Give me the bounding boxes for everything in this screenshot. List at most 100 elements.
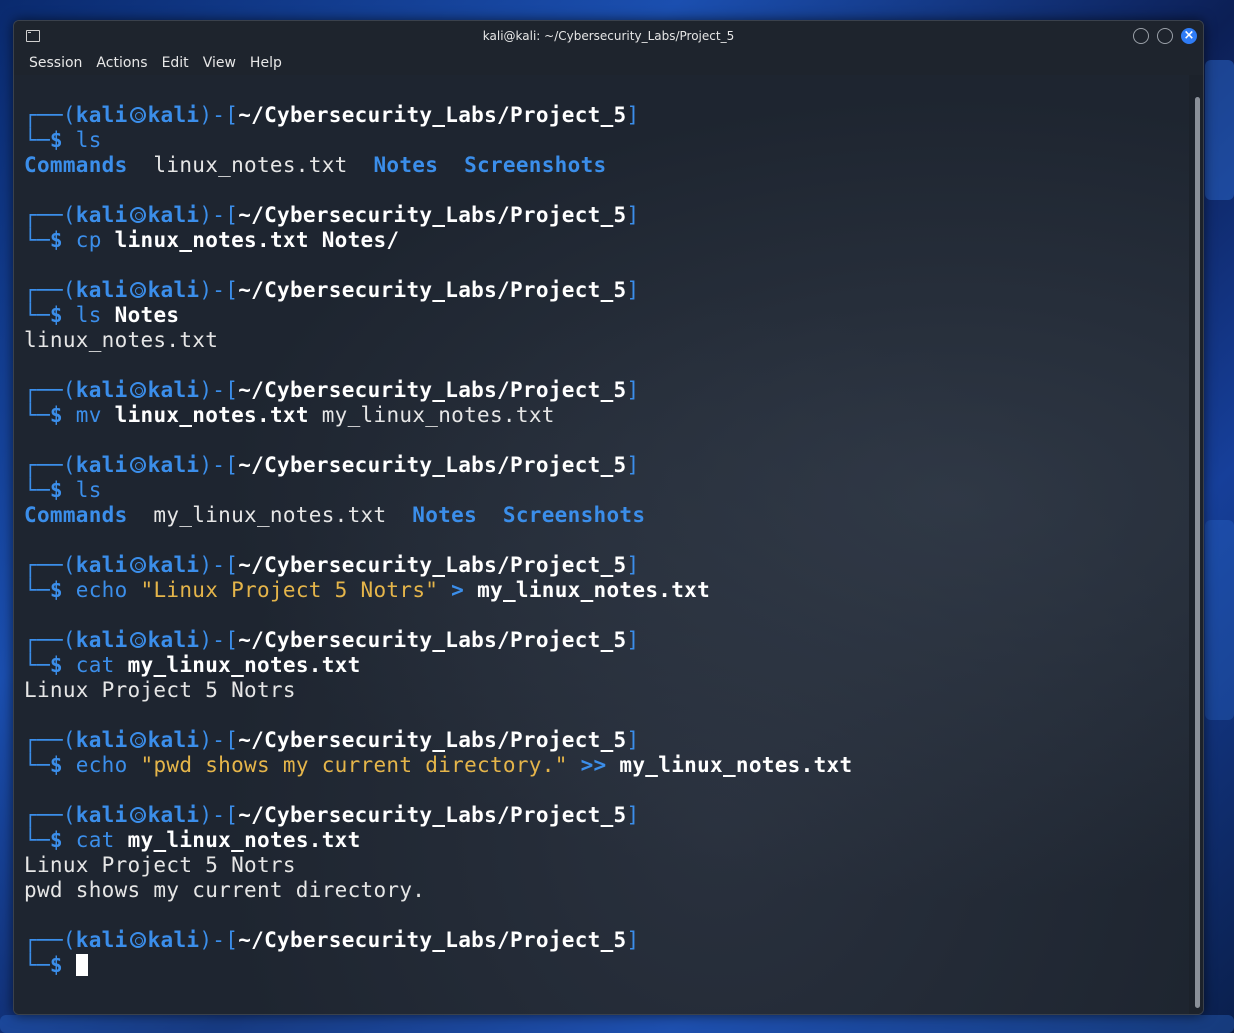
output-text: Notes — [412, 503, 478, 527]
output-text: Commands — [24, 153, 128, 177]
prompt-user: kali — [75, 928, 128, 952]
prompt-frame: └─ — [24, 228, 50, 252]
prompt-symbol: $ — [49, 128, 76, 152]
command-line: └─$ ls Notes — [24, 303, 852, 328]
output-line: Commands my_linux_notes.txt Notes Screen… — [24, 503, 852, 528]
prompt-frame: └─ — [24, 953, 50, 977]
maximize-button[interactable] — [1157, 28, 1173, 44]
prompt-frame: ┌──( — [24, 553, 76, 577]
command-line: └─$ cat my_linux_notes.txt — [24, 828, 852, 853]
prompt-frame: ┌──( — [24, 928, 76, 952]
output-line: Linux Project 5 Notrs — [24, 678, 852, 703]
window-title: kali@kali: ~/Cybersecurity_Labs/Project_… — [482, 29, 735, 43]
command-name: ls — [75, 303, 102, 327]
terminal-icon[interactable] — [26, 30, 40, 42]
command-arg: "pwd shows my current directory." — [140, 753, 568, 777]
prompt-frame: ┌──( — [24, 203, 76, 227]
menu-edit[interactable]: Edit — [162, 55, 189, 71]
prompt-header: ┌──(kali kali)-[~/Cybersecurity_Labs/Proj… — [24, 628, 852, 653]
scrollbar[interactable] — [1189, 75, 1203, 1014]
prompt-user: kali — [75, 378, 128, 402]
prompt-frame: └─ — [24, 753, 50, 777]
output-line: linux_notes.txt — [24, 328, 852, 353]
prompt-symbol: $ — [49, 828, 76, 852]
prompt-host: kali — [147, 628, 200, 652]
output-text: Screenshots — [502, 503, 646, 527]
command-name: ls — [75, 478, 102, 502]
output-line: pwd shows my current directory. — [24, 878, 852, 903]
command-arg: my_linux_notes.txt — [308, 403, 555, 427]
wallpaper-key — [0, 1015, 1234, 1033]
terminal-output[interactable]: ┌──(kali kali)-[~/Cybersecurity_Labs/Proj… — [14, 75, 1189, 1014]
prompt-frame: ] — [626, 553, 640, 577]
prompt-frame: └─ — [24, 828, 50, 852]
prompt-frame: )-[ — [199, 553, 239, 577]
kali-dragon-icon — [129, 382, 146, 398]
prompt-frame: ] — [626, 103, 640, 127]
scrollbar-thumb[interactable] — [1195, 97, 1200, 1008]
prompt-symbol: $ — [49, 228, 76, 252]
menu-session[interactable]: Session — [29, 55, 82, 71]
prompt-frame: ] — [626, 453, 640, 477]
prompt-header: ┌──(kali kali)-[~/Cybersecurity_Labs/Proj… — [24, 803, 852, 828]
menu-actions[interactable]: Actions — [96, 55, 147, 71]
prompt-frame: ┌──( — [24, 278, 76, 302]
prompt-frame: ┌──( — [24, 453, 76, 477]
prompt-user: kali — [75, 553, 128, 577]
prompt-symbol: $ — [49, 578, 76, 602]
kali-dragon-icon — [129, 632, 146, 648]
prompt-frame: )-[ — [199, 928, 239, 952]
prompt-frame: ┌──( — [24, 378, 76, 402]
command-line: └─$ mv linux_notes.txt my_linux_notes.tx… — [24, 403, 852, 428]
prompt-frame: └─ — [24, 303, 50, 327]
prompt-path: ~/Cybersecurity_Labs/Project_5 — [238, 453, 627, 477]
minimize-button[interactable] — [1133, 28, 1149, 44]
prompt-symbol: $ — [49, 753, 76, 777]
close-button[interactable]: × — [1181, 28, 1197, 44]
prompt-header: ┌──(kali kali)-[~/Cybersecurity_Labs/Proj… — [24, 278, 852, 303]
prompt-host: kali — [147, 453, 200, 477]
prompt-frame: )-[ — [199, 378, 239, 402]
output-text: linux_notes.txt — [127, 153, 374, 177]
command-name: cp — [75, 228, 102, 252]
prompt-frame: └─ — [24, 128, 50, 152]
prompt-path: ~/Cybersecurity_Labs/Project_5 — [238, 203, 627, 227]
menu-view[interactable]: View — [203, 55, 236, 71]
prompt-symbol: $ — [49, 303, 76, 327]
kali-dragon-icon — [129, 807, 146, 823]
kali-dragon-icon — [129, 932, 146, 948]
prompt-symbol: $ — [49, 953, 76, 977]
command-line: └─$ echo "pwd shows my current directory… — [24, 753, 852, 778]
prompt-path: ~/Cybersecurity_Labs/Project_5 — [238, 728, 627, 752]
command-line: └─$ ls — [24, 478, 852, 503]
command-arg: >> — [567, 753, 620, 777]
output-text: Notes — [373, 153, 439, 177]
kali-dragon-icon — [129, 107, 146, 123]
prompt-frame: ] — [626, 203, 640, 227]
prompt-frame: └─ — [24, 403, 50, 427]
command-arg: my_linux_notes.txt — [127, 653, 361, 677]
command-name: mv — [75, 403, 102, 427]
kali-dragon-icon — [129, 732, 146, 748]
menu-bar: Session Actions Edit View Help — [14, 51, 1203, 75]
output-text: Commands — [24, 503, 128, 527]
menu-help[interactable]: Help — [250, 55, 282, 71]
command-arg: Notes — [114, 303, 180, 327]
prompt-host: kali — [147, 378, 200, 402]
text-cursor[interactable] — [75, 954, 88, 976]
output-text: Linux Project 5 Notrs — [24, 853, 296, 877]
title-bar[interactable]: kali@kali: ~/Cybersecurity_Labs/Project_… — [14, 21, 1203, 51]
wallpaper-key — [1205, 60, 1234, 200]
